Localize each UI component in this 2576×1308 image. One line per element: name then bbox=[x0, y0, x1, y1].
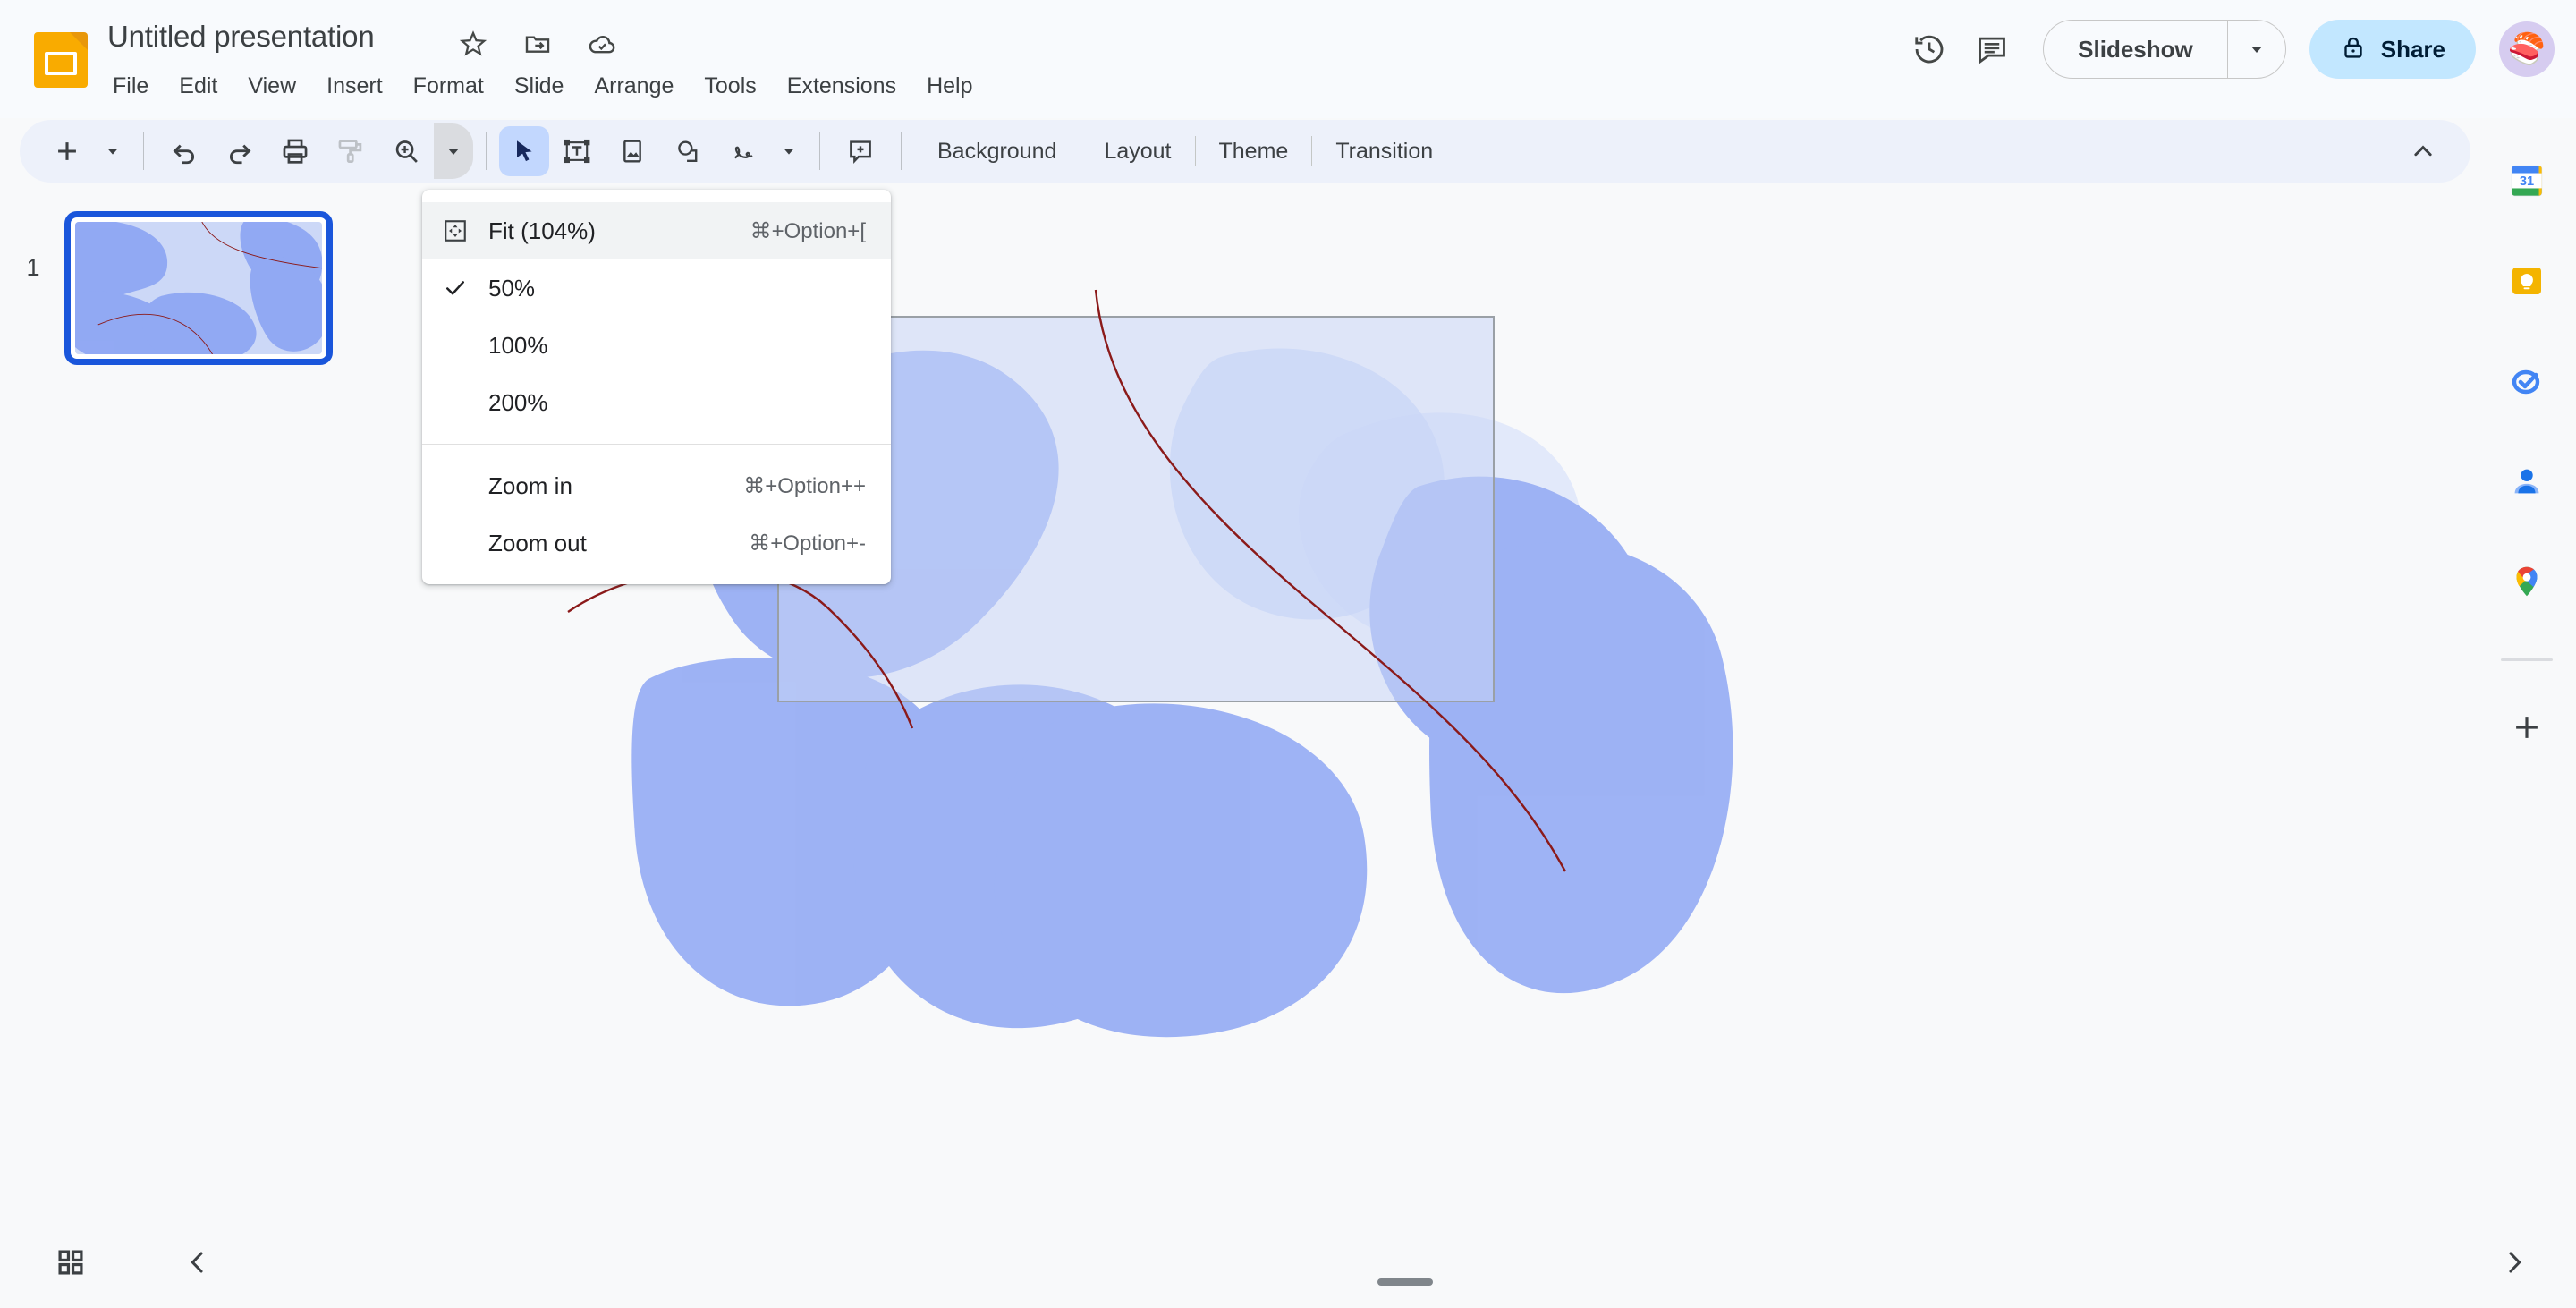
menu-file[interactable]: File bbox=[106, 70, 164, 103]
divider bbox=[2501, 658, 2553, 661]
slide-thumbnail-preview bbox=[75, 222, 322, 354]
avatar[interactable]: 🍣 bbox=[2499, 21, 2555, 77]
title-icon-group bbox=[456, 27, 619, 61]
menu-insert[interactable]: Insert bbox=[311, 70, 398, 103]
divider bbox=[901, 132, 902, 170]
zoom-menu-label: Fit (104%) bbox=[488, 217, 596, 244]
slideshow-dropdown-button[interactable] bbox=[2228, 21, 2285, 78]
shape-icon[interactable] bbox=[660, 123, 716, 179]
layout-button[interactable]: Layout bbox=[1080, 139, 1194, 165]
divider bbox=[143, 132, 144, 170]
check-icon bbox=[422, 276, 488, 301]
move-to-folder-icon[interactable] bbox=[521, 27, 555, 61]
zoom-menu-shortcut: ⌘+Option+[ bbox=[750, 218, 866, 243]
top-bar: Untitled presentation File Edit View Ins… bbox=[0, 0, 2576, 118]
share-button[interactable]: Share bbox=[2309, 20, 2476, 79]
notes-resize-handle[interactable] bbox=[1377, 1278, 1433, 1286]
google-slides-app: Untitled presentation File Edit View Ins… bbox=[0, 0, 2576, 1308]
thumbnail-artwork bbox=[75, 222, 322, 354]
new-slide-button[interactable] bbox=[39, 123, 95, 179]
google-contacts-icon[interactable] bbox=[2498, 453, 2555, 510]
scribble-line-icon[interactable] bbox=[716, 123, 771, 179]
zoom-menu-item-50[interactable]: 50% bbox=[422, 259, 891, 317]
menu-extensions[interactable]: Extensions bbox=[772, 70, 911, 103]
background-button[interactable]: Background bbox=[914, 139, 1080, 165]
transition-button[interactable]: Transition bbox=[1312, 139, 1456, 165]
menu-view[interactable]: View bbox=[233, 70, 311, 103]
lock-icon bbox=[2340, 34, 2367, 65]
bottom-bar bbox=[0, 1219, 2576, 1308]
side-panel-rail: 31 bbox=[2478, 120, 2576, 1219]
google-tasks-icon[interactable] bbox=[2498, 352, 2555, 410]
page-title[interactable]: Untitled presentation bbox=[107, 20, 375, 54]
zoom-dropdown-menu: Fit (104%) ⌘+Option+[ 50% 100% 200% Zoom… bbox=[422, 190, 891, 584]
menu-arrange[interactable]: Arrange bbox=[579, 70, 689, 103]
avatar-glyph: 🍣 bbox=[2507, 32, 2546, 66]
zoom-menu-label: 100% bbox=[488, 331, 548, 359]
add-comment-icon[interactable] bbox=[833, 123, 888, 179]
google-keep-icon[interactable] bbox=[2498, 252, 2555, 310]
zoom-menu-label: 50% bbox=[488, 274, 536, 302]
zoom-menu-shortcut: ⌘+Option++ bbox=[743, 473, 866, 498]
main-toolbar: Background Layout Theme Transition bbox=[20, 120, 2470, 183]
divider bbox=[486, 132, 487, 170]
slide-filmstrip: 1 bbox=[0, 191, 385, 1219]
top-right-actions: Slideshow Share 🍣 bbox=[1898, 18, 2555, 81]
theme-button[interactable]: Theme bbox=[1196, 139, 1312, 165]
menu-divider bbox=[422, 444, 891, 445]
redo-button[interactable] bbox=[212, 123, 267, 179]
zoom-menu-shortcut: ⌘+Option+- bbox=[749, 531, 866, 556]
menu-help[interactable]: Help bbox=[911, 70, 987, 103]
zoom-menu-label: Zoom in bbox=[488, 471, 572, 499]
select-tool-button[interactable] bbox=[499, 126, 549, 176]
divider bbox=[819, 132, 820, 170]
zoom-menu-item-200[interactable]: 200% bbox=[422, 374, 891, 431]
paint-format-button[interactable] bbox=[323, 123, 378, 179]
menu-bar: File Edit View Insert Format Slide Arran… bbox=[106, 70, 988, 103]
slide-thumbnail[interactable] bbox=[64, 211, 333, 365]
chevron-left-icon[interactable] bbox=[170, 1235, 225, 1290]
chevron-up-icon[interactable] bbox=[2395, 123, 2451, 179]
zoom-dropdown-button[interactable] bbox=[434, 123, 473, 179]
undo-button[interactable] bbox=[157, 123, 212, 179]
slideshow-button-group: Slideshow bbox=[2043, 20, 2286, 79]
google-maps-icon[interactable] bbox=[2498, 553, 2555, 610]
slideshow-button[interactable]: Slideshow bbox=[2044, 21, 2227, 78]
text-box-button[interactable] bbox=[549, 123, 605, 179]
cloud-saved-icon[interactable] bbox=[585, 27, 619, 61]
chevron-right-icon[interactable] bbox=[2487, 1235, 2542, 1290]
zoom-menu-item-zoom-out[interactable]: Zoom out ⌘+Option+- bbox=[422, 514, 891, 572]
zoom-menu-item-100[interactable]: 100% bbox=[422, 317, 891, 374]
new-slide-dropdown[interactable] bbox=[95, 123, 131, 179]
svg-text:31: 31 bbox=[2520, 174, 2534, 189]
zoom-menu-item-fit[interactable]: Fit (104%) ⌘+Option+[ bbox=[422, 202, 891, 259]
filmstrip-slide-1: 1 bbox=[18, 211, 333, 365]
image-icon[interactable] bbox=[605, 123, 660, 179]
print-button[interactable] bbox=[267, 123, 323, 179]
version-history-icon[interactable] bbox=[1898, 18, 1961, 81]
grid-view-icon[interactable] bbox=[43, 1235, 98, 1290]
menu-tools[interactable]: Tools bbox=[689, 70, 771, 103]
star-icon[interactable] bbox=[456, 27, 490, 61]
menu-format[interactable]: Format bbox=[398, 70, 499, 103]
bottom-right-controls bbox=[2487, 1235, 2542, 1290]
slide-number: 1 bbox=[26, 254, 40, 281]
zoom-button[interactable] bbox=[378, 123, 434, 179]
zoom-menu-label: Zoom out bbox=[488, 529, 587, 556]
menu-edit[interactable]: Edit bbox=[164, 70, 233, 103]
zoom-menu-label: 200% bbox=[488, 388, 548, 416]
add-panel-plus-icon[interactable] bbox=[2498, 699, 2555, 756]
google-calendar-icon[interactable]: 31 bbox=[2498, 152, 2555, 209]
comment-icon[interactable] bbox=[1961, 18, 2023, 81]
slides-logo-icon[interactable] bbox=[34, 32, 88, 88]
bottom-left-controls bbox=[43, 1235, 225, 1290]
share-label: Share bbox=[2380, 35, 2445, 63]
insert-line-dropdown[interactable] bbox=[771, 123, 807, 179]
zoom-menu-item-zoom-in[interactable]: Zoom in ⌘+Option++ bbox=[422, 457, 891, 514]
menu-slide[interactable]: Slide bbox=[499, 70, 580, 103]
fit-to-screen-icon bbox=[422, 217, 488, 244]
